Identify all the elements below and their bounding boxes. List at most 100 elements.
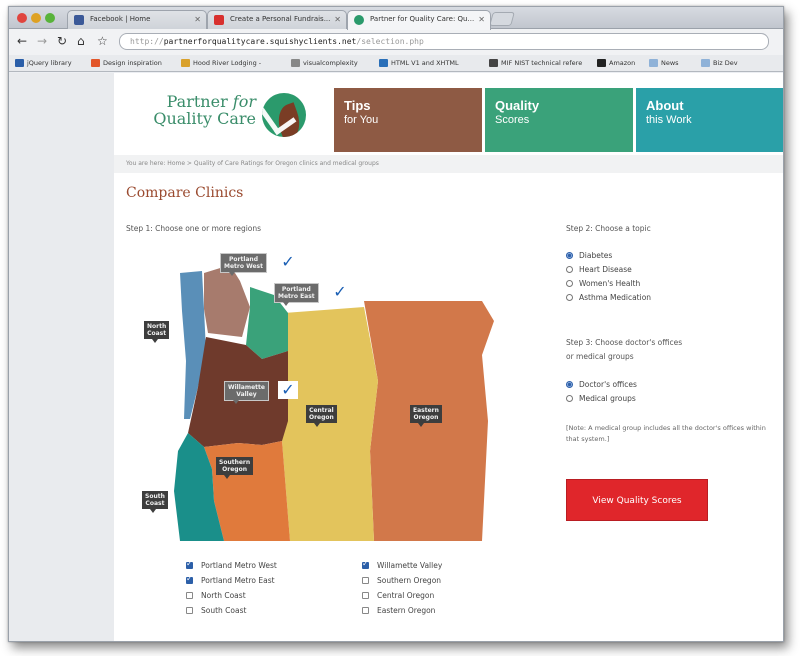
nav-tips-for-you[interactable]: Tips for You (334, 88, 482, 152)
folder-icon (649, 59, 658, 67)
tab-title: Create a Personal Fundrais... (230, 15, 331, 23)
nav-quality-scores[interactable]: Quality Scores (485, 88, 633, 152)
radio-selected[interactable] (566, 252, 573, 259)
logo-check-leaf-icon (262, 93, 306, 137)
radio-unselected[interactable] (566, 395, 573, 402)
nav-tile-subtitle: for You (344, 114, 379, 126)
region-portland-metro-west[interactable] (204, 265, 250, 337)
topic-radio-womens-health[interactable]: Women's Health (566, 279, 640, 289)
checkbox-unchecked[interactable] (186, 592, 193, 599)
close-tab-icon[interactable]: ✕ (478, 11, 485, 28)
step3-line2: or medical groups (566, 352, 634, 361)
medical-group-note: [Note: A medical group includes all the … (566, 424, 766, 443)
bookmarks-bar: jQuery library Design inspiration Hood R… (9, 55, 783, 72)
bookmark-biz-dev[interactable]: Biz Dev (701, 57, 738, 69)
bookmark-visualcomplexity[interactable]: visualcomplexity (291, 57, 358, 69)
checkbox-checked[interactable] (186, 559, 193, 569)
tab-title: Facebook | Home (90, 15, 151, 23)
site-logo[interactable]: Partner for Quality Care (148, 85, 318, 145)
url-input[interactable]: http://partnerforqualitycare.squishyclie… (119, 33, 769, 50)
radio-unselected[interactable] (566, 280, 573, 287)
bookmark-design[interactable]: Design inspiration (91, 57, 162, 69)
bookmark-amazon[interactable]: Amazon (597, 57, 635, 69)
tab-fundraiser[interactable]: Create a Personal Fundrais... ✕ (207, 10, 347, 29)
provider-radio-doctors-offices[interactable]: Doctor's offices (566, 380, 637, 390)
label-eastern-oregon[interactable]: Eastern Oregon (410, 405, 442, 427)
radio-label: Asthma Medication (579, 293, 652, 302)
tab-facebook[interactable]: Facebook | Home ✕ (67, 10, 207, 29)
view-quality-scores-button[interactable]: View Quality Scores (566, 479, 708, 521)
minimize-window-icon[interactable] (31, 13, 41, 23)
checkbox-unchecked[interactable] (186, 607, 193, 614)
navigation-bar: ← → ↻ ⌂ ☆ http://partnerforqualitycare.s… (9, 29, 783, 55)
region-checkbox-southern-oregon[interactable]: Southern Oregon (362, 576, 441, 586)
bookmark-nist[interactable]: MIF NIST technical refere (489, 57, 582, 69)
nav-tile-subtitle: Scores (495, 114, 530, 126)
label-central-oregon[interactable]: Central Oregon (306, 405, 337, 427)
label-portland-metro-east[interactable]: Portland Metro East (274, 283, 319, 306)
jquery-icon (15, 59, 24, 67)
region-checkbox-south-coast[interactable]: South Coast (186, 606, 246, 616)
nav-tile-title: Tips (344, 98, 371, 113)
step3-line1: Step 3: Choose doctor's offices (566, 338, 683, 347)
close-window-icon[interactable] (17, 13, 27, 23)
region-checkbox-north-coast[interactable]: North Coast (186, 591, 246, 601)
bookmark-label: jQuery library (27, 59, 72, 67)
radio-unselected[interactable] (566, 266, 573, 273)
close-tab-icon[interactable]: ✕ (194, 11, 201, 28)
page-icon (291, 59, 300, 67)
portland-west-selected-check-icon: ✓ (278, 253, 298, 271)
nist-icon (489, 59, 498, 67)
bookmark-jquery[interactable]: jQuery library (15, 57, 72, 69)
url-path: /selection.php (356, 37, 424, 46)
nav-tile-subtitle: this Work (646, 114, 692, 126)
provider-radio-medical-groups[interactable]: Medical groups (566, 394, 636, 404)
bookmark-hood-river[interactable]: Hood River Lodging - (181, 57, 261, 69)
checkbox-label: North Coast (201, 591, 246, 600)
radio-label: Women's Health (579, 279, 641, 288)
forward-arrow-icon[interactable]: → (37, 33, 47, 49)
checkbox-unchecked[interactable] (362, 607, 369, 614)
region-checkbox-eastern-oregon[interactable]: Eastern Oregon (362, 606, 435, 616)
topic-radio-heart-disease[interactable]: Heart Disease (566, 265, 632, 275)
bookmark-html[interactable]: HTML V1 and XHTML (379, 57, 459, 69)
checkbox-unchecked[interactable] (362, 592, 369, 599)
logo-text: Partner for Quality Care (148, 93, 256, 127)
topic-radio-diabetes[interactable]: Diabetes (566, 251, 612, 261)
label-southern-oregon[interactable]: Southern Oregon (216, 457, 254, 479)
reload-icon[interactable]: ↻ (57, 33, 67, 49)
region-checkbox-portland-east[interactable]: Portland Metro East (186, 574, 275, 586)
label-north-coast[interactable]: North Coast (144, 321, 170, 343)
new-tab-button[interactable] (489, 12, 515, 26)
close-tab-icon[interactable]: ✕ (334, 11, 341, 28)
willamette-selected-check-icon: ✓ (278, 381, 298, 399)
topic-radio-asthma-medication[interactable]: Asthma Medication (566, 293, 651, 303)
home-icon[interactable]: ⌂ (77, 33, 85, 49)
label-portland-metro-west[interactable]: Portland Metro West (220, 253, 267, 276)
label-willamette-valley[interactable]: Willamette Valley (224, 381, 269, 404)
region-central-oregon[interactable] (282, 307, 378, 541)
checkbox-checked[interactable] (362, 559, 369, 569)
radio-selected[interactable] (566, 381, 573, 388)
nav-about-this-work[interactable]: About this Work (636, 88, 783, 152)
portland-east-selected-check-icon: ✓ (330, 283, 350, 301)
pqc-favicon-icon (354, 15, 364, 25)
region-checkbox-portland-west[interactable]: Portland Metro West (186, 559, 277, 571)
label-south-coast[interactable]: South Coast (142, 491, 168, 513)
radio-unselected[interactable] (566, 294, 573, 301)
bookmark-star-icon[interactable]: ☆ (97, 33, 108, 49)
lodging-icon (181, 59, 190, 67)
zoom-window-icon[interactable] (45, 13, 55, 23)
tab-partner-quality-care[interactable]: Partner for Quality Care: Qu... ✕ (347, 10, 491, 30)
region-checkbox-central-oregon[interactable]: Central Oregon (362, 591, 434, 601)
radio-label: Diabetes (579, 251, 613, 260)
checkbox-unchecked[interactable] (362, 577, 369, 584)
checkbox-label: Portland Metro West (201, 561, 277, 570)
bookmark-news[interactable]: News (649, 57, 679, 69)
checkbox-checked[interactable] (186, 574, 193, 584)
radio-label: Doctor's offices (579, 380, 637, 389)
region-checkbox-willamette[interactable]: Willamette Valley (362, 559, 442, 571)
folder-icon (701, 59, 710, 67)
page-title: Compare Clinics (126, 185, 244, 201)
back-arrow-icon[interactable]: ← (17, 33, 27, 49)
